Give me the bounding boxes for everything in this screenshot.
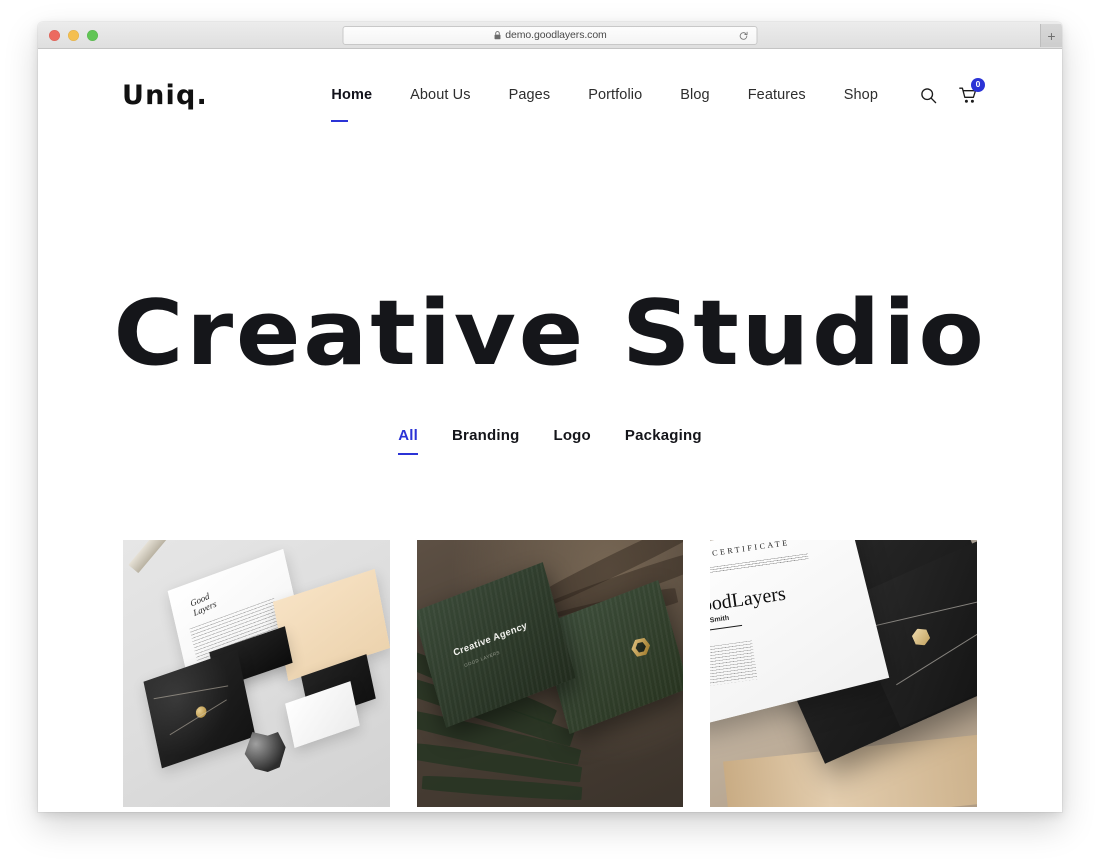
close-window-button[interactable]: [49, 29, 60, 41]
reload-icon[interactable]: [739, 31, 749, 41]
portfolio-grid: Good Layers Creative Agency GOOD LAYERS …: [38, 540, 1062, 812]
site-header: Uniq. Home About Us Pages Portfolio Blog…: [38, 49, 1062, 141]
nav-item-features[interactable]: Features: [729, 87, 825, 103]
gold-seal-icon: [194, 705, 208, 720]
main-navigation: Home About Us Pages Portfolio Blog Featu…: [312, 77, 985, 122]
letterhead-brand: Good Layers: [189, 590, 217, 619]
cart-count-badge: 0: [971, 77, 985, 92]
nav-list: Home About Us Pages Portfolio Blog Featu…: [312, 87, 897, 122]
cart-button[interactable]: 0: [959, 77, 985, 105]
gold-emblem-icon: [629, 634, 653, 660]
nav-item-portfolio[interactable]: Portfolio: [569, 87, 661, 103]
filter-all[interactable]: All: [381, 427, 435, 455]
site-logo[interactable]: Uniq.: [122, 82, 208, 109]
certificate-rule: [710, 625, 742, 635]
certificate-micro-lines: [710, 553, 809, 575]
nav-item-about-us[interactable]: About Us: [391, 87, 489, 103]
lock-icon: [494, 31, 501, 40]
page-title: Creative Studio: [113, 281, 987, 386]
filter-packaging[interactable]: Packaging: [608, 427, 719, 444]
maximize-window-button[interactable]: [87, 29, 98, 41]
green-cards-palm-image: Creative Agency GOOD LAYERS: [416, 540, 684, 807]
certificate-body-lines: [710, 640, 758, 692]
white-card-shape: [285, 681, 361, 749]
url-text: demo.goodlayers.com: [505, 29, 607, 42]
certificate-brand-text: GoodLayers: [710, 582, 787, 619]
header-tools: 0: [919, 77, 985, 105]
minimize-window-button[interactable]: [68, 29, 79, 41]
nav-item-pages[interactable]: Pages: [490, 87, 570, 103]
filter-logo[interactable]: Logo: [536, 427, 607, 444]
page-viewport: Uniq. Home About Us Pages Portfolio Blog…: [38, 49, 1062, 812]
portfolio-filter-bar: All Branding Logo Packaging: [38, 427, 1062, 455]
browser-titlebar: demo.goodlayers.com +: [38, 22, 1062, 49]
marble-envelope-shape: [143, 649, 255, 769]
portfolio-item[interactable]: CERTIFICATE GoodLayers John Smith: [710, 540, 977, 807]
new-tab-plus-icon: +: [1047, 27, 1056, 44]
window-controls: [49, 29, 98, 41]
nav-item-home[interactable]: Home: [312, 87, 391, 122]
hero-section: Creative Studio All Branding Logo Packag…: [38, 141, 1062, 455]
new-tab-button[interactable]: +: [1040, 24, 1062, 47]
certificate-name-text: John Smith: [710, 614, 730, 627]
search-icon: [921, 87, 937, 103]
nav-item-blog[interactable]: Blog: [661, 87, 728, 103]
portfolio-item[interactable]: Creative Agency GOOD LAYERS: [416, 540, 684, 807]
stationery-mockup-image: Good Layers: [123, 540, 390, 807]
pen-shape: [128, 540, 177, 574]
certificate-kicker-text: CERTIFICATE: [711, 540, 790, 559]
certificate-marble-image: CERTIFICATE GoodLayers John Smith: [710, 540, 977, 807]
filter-branding[interactable]: Branding: [435, 427, 536, 444]
search-button[interactable]: [919, 86, 938, 105]
browser-window: demo.goodlayers.com + Uniq. Home About U…: [38, 22, 1062, 812]
address-bar[interactable]: demo.goodlayers.com: [342, 26, 758, 45]
portfolio-item[interactable]: Good Layers: [123, 540, 390, 807]
nav-item-shop[interactable]: Shop: [825, 87, 897, 103]
